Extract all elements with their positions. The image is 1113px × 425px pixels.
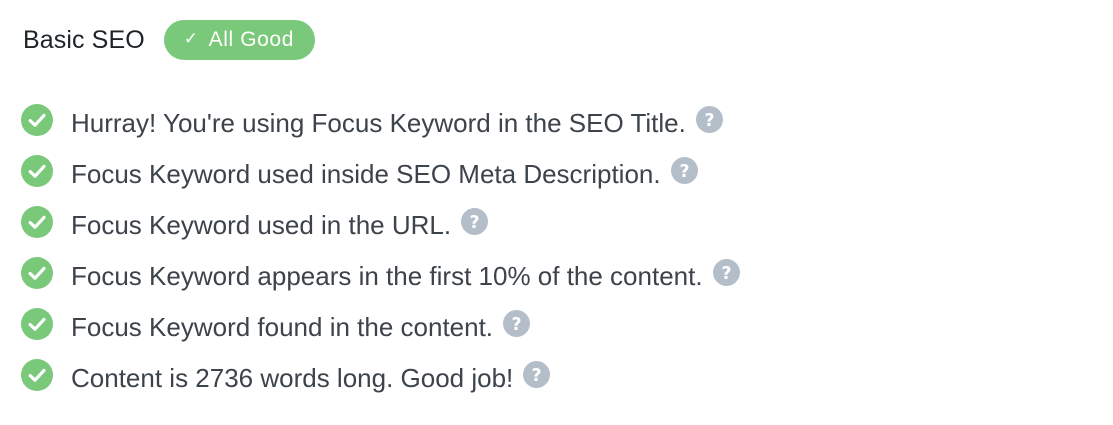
basic-seo-panel: Basic SEO ✓ All Good Hurray! You're usin… — [0, 0, 1113, 425]
svg-text:?: ? — [512, 315, 522, 335]
svg-text:?: ? — [721, 264, 731, 284]
check-circle-icon — [21, 359, 53, 391]
check-icon: ✓ — [183, 29, 199, 48]
svg-text:?: ? — [532, 366, 542, 386]
section-header: Basic SEO ✓ All Good — [23, 18, 315, 62]
test-item: Focus Keyword found in the content. ? — [21, 299, 740, 350]
svg-text:?: ? — [679, 162, 689, 182]
question-circle-icon[interactable]: ? — [523, 361, 551, 388]
test-item: Content is 2736 words long. Good job! ? — [21, 350, 740, 401]
test-item: Focus Keyword used inside SEO Meta Descr… — [21, 146, 740, 197]
check-circle-icon — [21, 104, 53, 136]
svg-text:?: ? — [704, 111, 714, 131]
test-item: Hurray! You're using Focus Keyword in th… — [21, 95, 740, 146]
test-item: Focus Keyword used in the URL. ? — [21, 197, 740, 248]
test-text: Focus Keyword used inside SEO Meta Descr… — [71, 159, 661, 189]
svg-text:?: ? — [470, 213, 480, 233]
check-circle-icon — [21, 308, 53, 340]
question-circle-icon[interactable]: ? — [712, 259, 740, 286]
question-circle-icon[interactable]: ? — [503, 310, 531, 337]
check-circle-icon — [21, 155, 53, 187]
test-text: Content is 2736 words long. Good job! — [71, 363, 514, 393]
status-badge: ✓ All Good — [163, 20, 315, 60]
test-text: Focus Keyword used in the URL. — [71, 210, 452, 240]
question-circle-icon[interactable]: ? — [695, 106, 723, 133]
section-title: Basic SEO — [23, 25, 145, 54]
seo-test-list: Hurray! You're using Focus Keyword in th… — [21, 95, 740, 401]
check-circle-icon — [21, 206, 53, 238]
test-item: Focus Keyword appears in the first 10% o… — [21, 248, 740, 299]
question-circle-icon[interactable]: ? — [670, 157, 698, 184]
status-badge-label: All Good — [208, 28, 294, 51]
test-text: Hurray! You're using Focus Keyword in th… — [71, 108, 686, 138]
test-text: Focus Keyword appears in the first 10% o… — [71, 261, 703, 291]
question-circle-icon[interactable]: ? — [461, 208, 489, 235]
test-text: Focus Keyword found in the content. — [71, 312, 494, 342]
check-circle-icon — [21, 257, 53, 289]
